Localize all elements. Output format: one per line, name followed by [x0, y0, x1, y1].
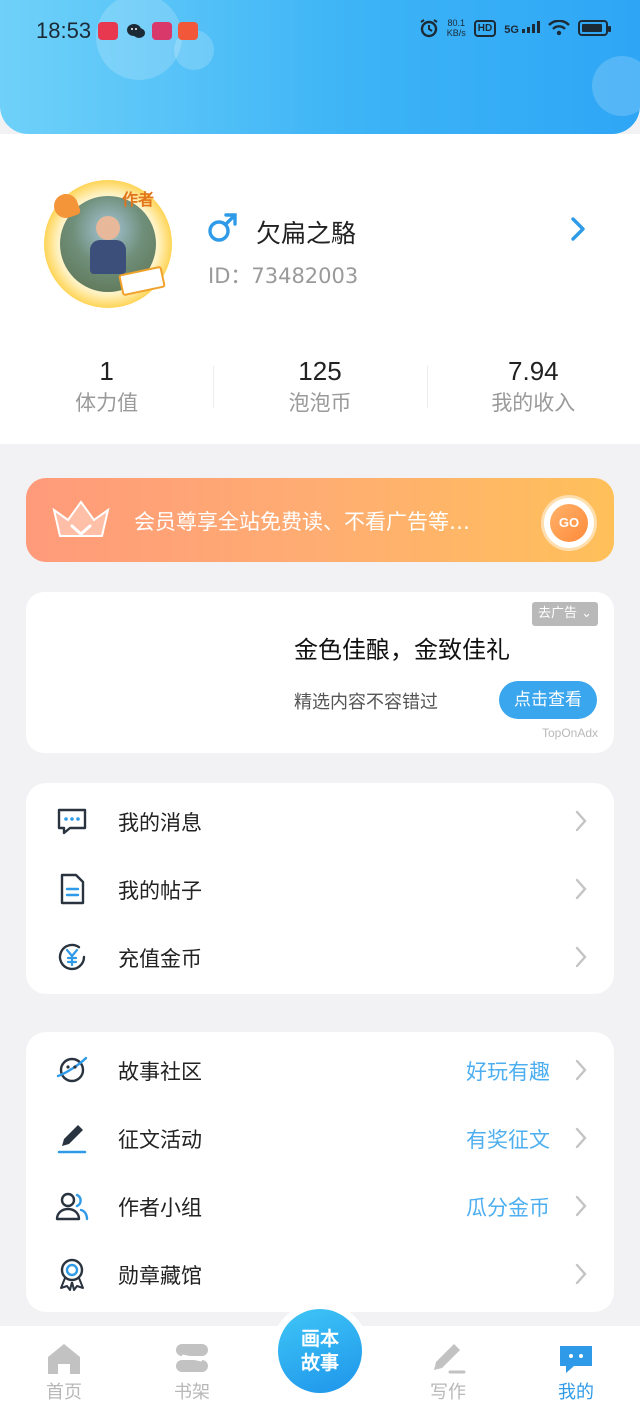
ad-title: 金色佳酿，金致佳礼: [294, 636, 510, 664]
ad-card[interactable]: 去广告 ⌄ 金色佳酿，金致佳礼 精选内容不容错过 点击查看 TopOnAdx: [26, 592, 614, 753]
nav-me[interactable]: 我的: [536, 1340, 616, 1404]
battery-icon: [578, 20, 611, 36]
stat-label: 体力值: [75, 391, 139, 415]
group-icon: [55, 1192, 89, 1221]
menu-item-hint: 瓜分金币: [466, 1196, 550, 1220]
chevron-right-icon[interactable]: [564, 214, 592, 244]
menu-item-posts[interactable]: 我的帖子: [26, 855, 614, 923]
user-id: ID：73482003: [208, 264, 359, 288]
chevron-right-icon: [575, 878, 587, 900]
menu-item-label: 我的消息: [118, 811, 202, 835]
pen-icon: [57, 1125, 87, 1154]
menu-item-hint: 有奖征文: [466, 1128, 550, 1152]
vip-banner-text: 会员尊享全站免费读、不看广告等…: [134, 510, 470, 534]
home-icon: [48, 1344, 80, 1374]
status-bar: 18:53 80.1 KB/s HD 5G: [0, 0, 640, 64]
remove-ad-button[interactable]: 去广告 ⌄: [532, 602, 599, 626]
author-badge: 作者: [122, 190, 155, 209]
profile-section: 作者 欠扁之駱 ID：73482003 1 体力值 125 泡泡币 7.94 我…: [0, 134, 640, 444]
avatar-photo-figure: [90, 240, 126, 274]
crown-icon: [52, 500, 110, 537]
menu-item-writing-contest[interactable]: 征文活动 有奖征文: [26, 1104, 614, 1172]
planet-icon: [56, 1056, 88, 1083]
menu-item-hint: 好玩有趣: [466, 1060, 550, 1084]
menu-item-label: 勋章藏馆: [118, 1264, 202, 1288]
stat-stamina[interactable]: 1 体力值: [0, 354, 213, 424]
menu-item-medal-hall[interactable]: 勋章藏馆: [26, 1240, 614, 1308]
ad-source-label: TopOnAdx: [542, 726, 599, 740]
avatar-frame[interactable]: 作者: [44, 180, 172, 308]
vip-go-button[interactable]: GO: [544, 498, 594, 548]
menu-item-author-group[interactable]: 作者小组 瓜分金币: [26, 1172, 614, 1240]
vip-go-label: GO: [550, 504, 588, 542]
stat-value: 1: [99, 356, 114, 386]
stat-income[interactable]: 7.94 我的收入: [426, 354, 640, 424]
stats-row: 1 体力值 125 泡泡币 7.94 我的收入: [0, 354, 640, 424]
wechat-icon: [126, 22, 146, 40]
menu-item-label: 作者小组: [118, 1196, 202, 1220]
stat-label: 我的收入: [491, 391, 576, 415]
stat-value: 125: [298, 356, 342, 386]
ad-view-button[interactable]: 点击查看: [499, 681, 597, 719]
notification-app-icon: [98, 22, 118, 40]
document-icon: [60, 873, 85, 905]
menu-card-personal: 我的消息 我的帖子 充值金币: [26, 783, 614, 994]
nav-bookshelf[interactable]: 书架: [152, 1340, 232, 1404]
ad-subtitle: 精选内容不容错过: [294, 692, 438, 713]
nav-write[interactable]: 写作: [408, 1340, 488, 1404]
network-speed: 80.1 KB/s: [446, 18, 466, 38]
chevron-right-icon: [575, 1059, 587, 1081]
nav-home[interactable]: 首页: [24, 1340, 104, 1404]
center-story-button[interactable]: 画本 故事: [271, 1302, 369, 1400]
alarm-icon: [420, 19, 438, 38]
stat-label: 泡泡币: [288, 391, 352, 415]
stat-bubble-coins[interactable]: 125 泡泡币: [213, 354, 426, 424]
nav-label: 首页: [46, 1382, 82, 1403]
decorative-bubble: [592, 56, 640, 116]
center-story-logo: 画本 故事: [278, 1309, 362, 1393]
menu-item-messages[interactable]: 我的消息: [26, 787, 614, 855]
menu-item-label: 征文活动: [118, 1128, 202, 1152]
signal-5g-icon: 5G: [504, 20, 540, 36]
menu-item-label: 我的帖子: [118, 879, 202, 903]
stat-value: 7.94: [508, 356, 559, 386]
taobao-icon: [178, 22, 198, 40]
bookshelf-icon: [176, 1344, 208, 1372]
menu-item-story-community[interactable]: 故事社区 好玩有趣: [26, 1036, 614, 1104]
status-time: 18:53: [36, 18, 92, 43]
menu-card-community: 故事社区 好玩有趣 征文活动 有奖征文 作者小组 瓜分金币 勋章藏馆: [26, 1032, 614, 1312]
me-chat-icon: [560, 1346, 592, 1373]
menu-item-label: 故事社区: [118, 1060, 202, 1084]
chevron-right-icon: [575, 810, 587, 832]
hd-indicator: HD: [473, 19, 497, 37]
header-background: 18:53 80.1 KB/s HD 5G: [0, 0, 640, 134]
nav-label: 写作: [430, 1382, 466, 1403]
yuan-coin-icon: [58, 943, 86, 971]
male-icon: [208, 213, 237, 242]
menu-item-label: 充值金币: [118, 947, 202, 971]
write-icon: [434, 1344, 466, 1374]
menu-item-recharge[interactable]: 充值金币: [26, 923, 614, 991]
nav-label: 书架: [174, 1382, 210, 1403]
medal-icon: [60, 1258, 84, 1291]
nav-label: 我的: [558, 1382, 594, 1403]
nickname: 欠扁之駱: [256, 219, 357, 248]
message-icon: [57, 808, 87, 835]
notification-app-icon: [152, 22, 172, 40]
wifi-icon: [548, 20, 570, 36]
avatar-photo-figure: [96, 216, 120, 240]
chevron-right-icon: [575, 1127, 587, 1149]
chevron-right-icon: [575, 1263, 587, 1285]
chevron-right-icon: [575, 946, 587, 968]
chevron-right-icon: [575, 1195, 587, 1217]
vip-banner[interactable]: 会员尊享全站免费读、不看广告等… GO: [26, 478, 614, 562]
